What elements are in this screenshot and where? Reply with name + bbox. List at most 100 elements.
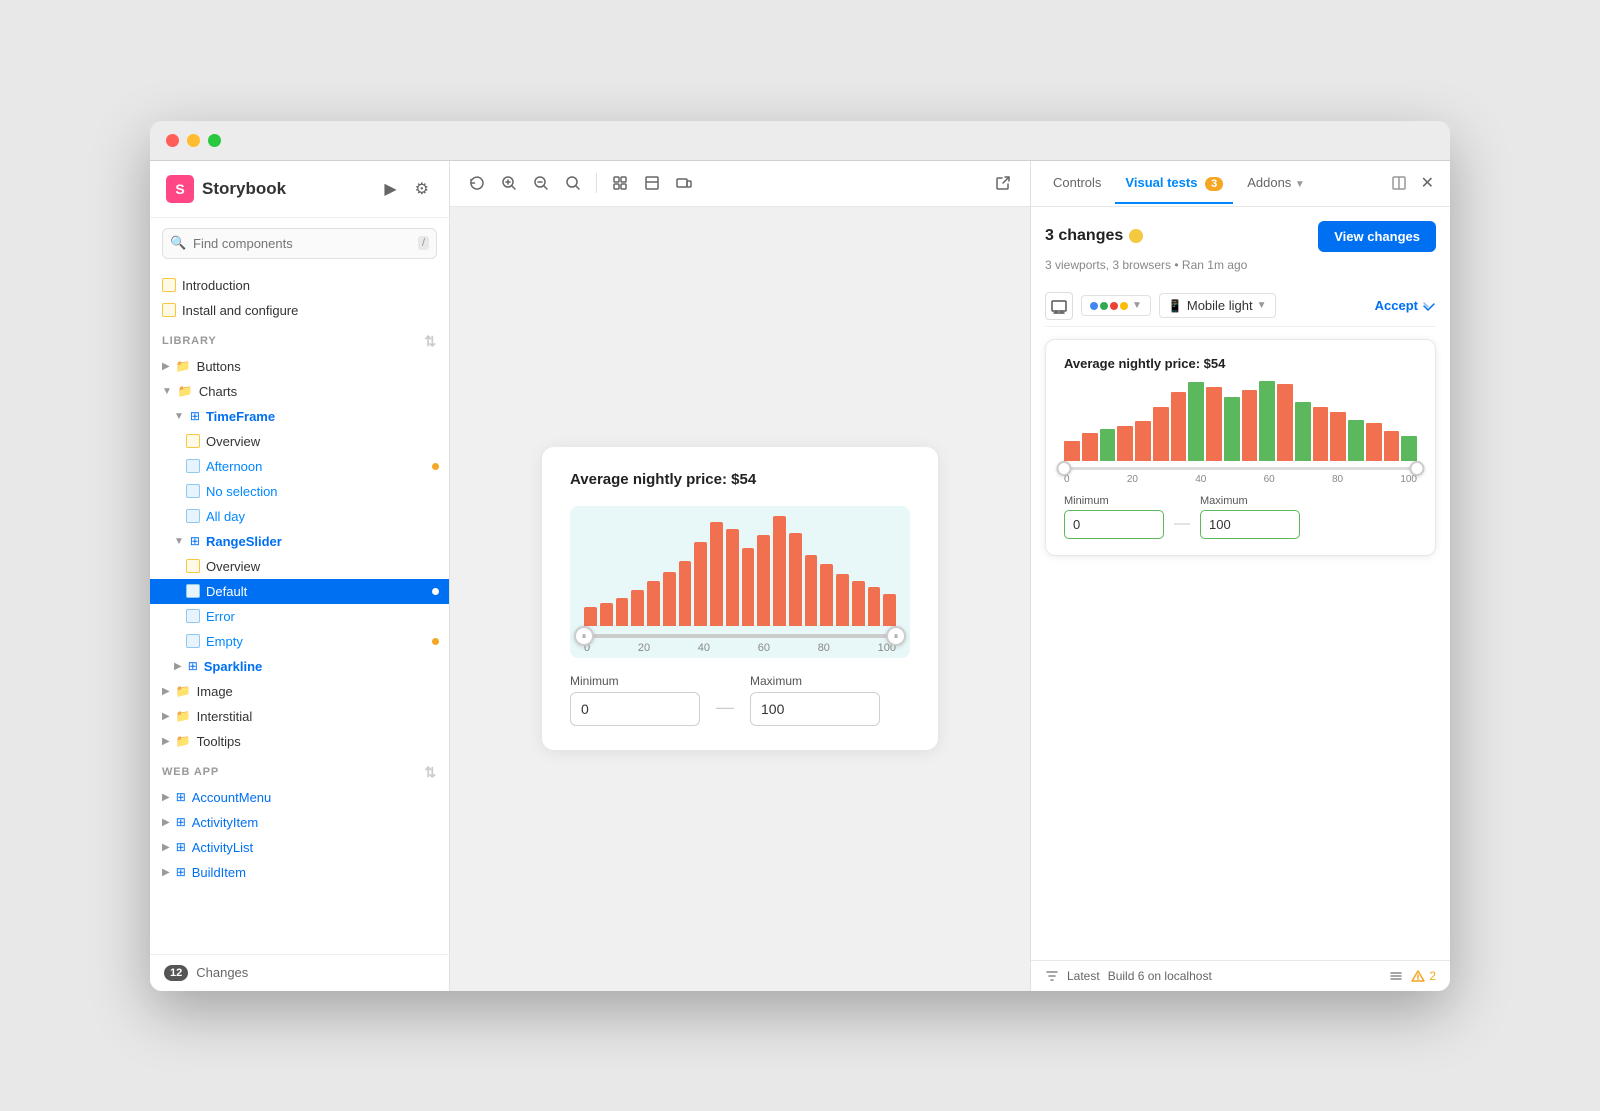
story-icon — [186, 634, 200, 648]
view-changes-button[interactable]: View changes — [1318, 221, 1436, 252]
logo-area: S Storybook — [166, 175, 286, 203]
sidebar-item-image[interactable]: ▶ 📁 Image — [150, 679, 449, 704]
responsive-button[interactable] — [671, 170, 697, 196]
zoom-reset-button[interactable] — [560, 170, 586, 196]
nav-label: Introduction — [182, 278, 250, 293]
sidebar-item-interstitial[interactable]: ▶ 📁 Interstitial — [150, 704, 449, 729]
viewport-icon[interactable] — [1045, 292, 1073, 320]
play-button[interactable]: ▶ — [380, 175, 400, 203]
sidebar-header: S Storybook ▶ ⚙ — [150, 161, 449, 218]
sidebar-item-empty[interactable]: Empty — [150, 629, 449, 654]
folder-icon: 📁 — [176, 734, 191, 748]
panel-close-button[interactable]: ✕ — [1417, 169, 1438, 197]
doc-icon — [186, 434, 200, 448]
footer-label: Latest — [1067, 969, 1100, 983]
sidebar-item-sparkline[interactable]: ▶ ⊞ Sparkline — [150, 654, 449, 679]
sidebar-item-activity-list[interactable]: ▶ ⊞ ActivityList — [150, 835, 449, 860]
min-input[interactable] — [570, 692, 700, 726]
doc-icon — [162, 278, 176, 292]
nav-label: Afternoon — [206, 459, 262, 474]
sidebar-item-build-item[interactable]: ▶ ⊞ BuildItem — [150, 860, 449, 885]
chart-bar — [647, 581, 660, 626]
chart-bar — [679, 561, 692, 626]
titlebar — [150, 121, 1450, 161]
accept-button[interactable]: Accept — [1375, 298, 1436, 313]
chevron-right-icon: ▶ — [162, 686, 170, 697]
close-button[interactable] — [166, 134, 179, 147]
menu-icon[interactable] — [1389, 969, 1403, 983]
nav-label: No selection — [206, 484, 278, 499]
chevron-right-icon: ▶ — [162, 736, 170, 747]
chart-bar — [868, 587, 881, 626]
tab-controls[interactable]: Controls — [1043, 163, 1111, 204]
slider-handle-right[interactable]: ⏸ — [886, 626, 906, 646]
tab-addons[interactable]: Addons ▼ — [1237, 163, 1315, 204]
mini-chart-bar — [1384, 431, 1400, 460]
zoom-out-button[interactable] — [528, 170, 554, 196]
mini-chart-title: Average nightly price: $54 — [1064, 356, 1417, 371]
sort-icon[interactable]: ⇅ — [424, 764, 437, 781]
mini-chart-bar — [1135, 421, 1151, 460]
mini-min-input[interactable] — [1064, 510, 1164, 539]
mini-chart-bar — [1277, 384, 1293, 460]
mini-chart-bar — [1206, 387, 1222, 460]
library-section-header: LIBRARY ⇅ — [150, 323, 449, 354]
slider-handle-left[interactable]: ⏸ — [574, 626, 594, 646]
range-slider-track: ⏸ ⏸ — [584, 634, 896, 638]
mobile-selector[interactable]: 📱 Mobile light ▼ — [1159, 293, 1276, 318]
sidebar-item-introduction[interactable]: Introduction — [150, 273, 449, 298]
sidebar-item-no-selection[interactable]: No selection — [150, 479, 449, 504]
mini-slider-handle-right[interactable] — [1410, 461, 1425, 476]
panel-layout-button[interactable] — [1387, 171, 1411, 195]
sidebar-item-install[interactable]: Install and configure — [150, 298, 449, 323]
sidebar-item-error[interactable]: Error — [150, 604, 449, 629]
sidebar-item-charts[interactable]: ▼ 📁 Charts — [150, 379, 449, 404]
sidebar-item-tooltips[interactable]: ▶ 📁 Tooltips — [150, 729, 449, 754]
max-input[interactable] — [750, 692, 880, 726]
sidebar-item-default[interactable]: Default — [150, 579, 449, 604]
grid-toggle-button[interactable] — [607, 170, 633, 196]
sort-icon[interactable]: ⇅ — [424, 333, 437, 350]
search-shortcut: / — [418, 236, 429, 250]
sidebar-item-afternoon[interactable]: Afternoon — [150, 454, 449, 479]
nav-label: Default — [206, 584, 247, 599]
toolbar-divider — [596, 173, 597, 193]
settings-button[interactable]: ⚙ — [411, 175, 433, 203]
sidebar-item-rangeslider-overview[interactable]: Overview — [150, 554, 449, 579]
section-label: LIBRARY — [162, 335, 217, 347]
sidebar-item-timeframe-overview[interactable]: Overview — [150, 429, 449, 454]
sidebar-item-rangeslider[interactable]: ▼ ⊞ RangeSlider — [150, 529, 449, 554]
zoom-in-button[interactable] — [496, 170, 522, 196]
chart-bar — [773, 516, 786, 626]
search-bar[interactable]: 🔍 / — [162, 228, 437, 259]
chevron-down-icon: ▼ — [162, 386, 172, 397]
nav-label: ActivityItem — [192, 815, 258, 830]
sidebar-item-timeframe[interactable]: ▼ ⊞ TimeFrame — [150, 404, 449, 429]
chrome-dot-green — [1100, 302, 1108, 310]
browser-selector[interactable]: ▼ — [1081, 295, 1151, 316]
chart-bar — [742, 548, 755, 626]
maximize-button[interactable] — [208, 134, 221, 147]
external-link-button[interactable] — [990, 170, 1016, 196]
tab-visual-tests[interactable]: Visual tests 3 — [1115, 163, 1233, 204]
mini-maximum-field: Maximum — [1200, 495, 1300, 539]
sidebar-item-activity-item[interactable]: ▶ ⊞ ActivityItem — [150, 810, 449, 835]
axis-label: 20 — [1127, 474, 1138, 485]
chevron-down-icon: ▼ — [1132, 300, 1142, 311]
refresh-button[interactable] — [464, 170, 490, 196]
sidebar-item-buttons[interactable]: ▶ 📁 Buttons — [150, 354, 449, 379]
layout-button[interactable] — [639, 170, 665, 196]
nav-label: Image — [197, 684, 233, 699]
mini-slider-handle-left[interactable] — [1057, 461, 1072, 476]
mini-max-input[interactable] — [1200, 510, 1300, 539]
mini-chart-bar — [1171, 392, 1187, 460]
search-input[interactable] — [162, 228, 437, 259]
viewport-row: ▼ 📱 Mobile light ▼ Accept — [1045, 286, 1436, 327]
nav-label: Install and configure — [182, 303, 298, 318]
mini-chart-bar — [1082, 433, 1098, 460]
sidebar-item-all-day[interactable]: All day — [150, 504, 449, 529]
minimize-button[interactable] — [187, 134, 200, 147]
sidebar-item-account-menu[interactable]: ▶ ⊞ AccountMenu — [150, 785, 449, 810]
changes-label: Changes — [196, 965, 248, 980]
chevron-right-icon: ▶ — [162, 361, 170, 372]
